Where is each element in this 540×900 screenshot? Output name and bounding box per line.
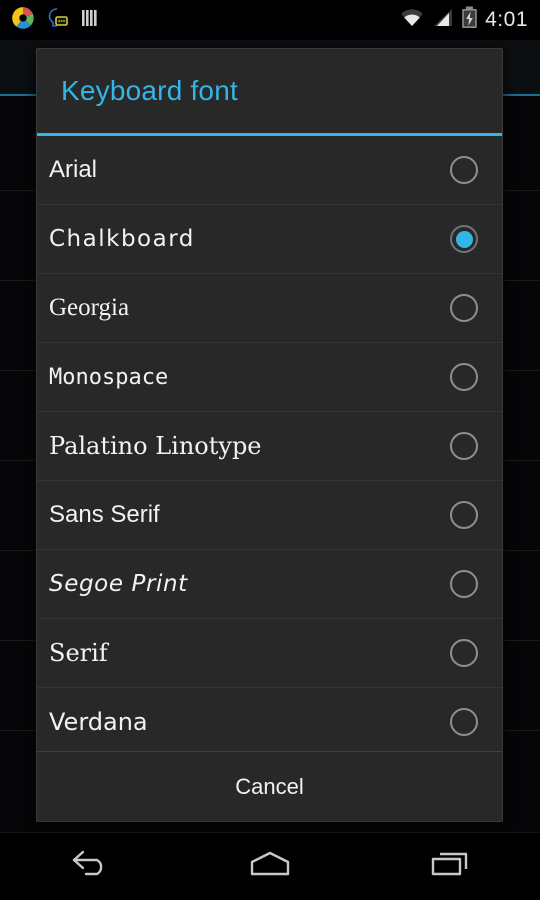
dialog-title: Keyboard font [61,75,238,106]
cancel-button[interactable]: Cancel [37,751,502,821]
radio-dot [455,230,473,248]
recents-icon [423,847,477,886]
status-bar-system-icons: 4:01 [399,6,540,34]
font-option-label: Chalkboard [49,226,195,252]
back-icon [64,847,116,886]
font-options-list[interactable]: Arial Chalkboard Georgia Monospace Palat… [37,136,502,751]
radio-button-monospace[interactable] [450,363,478,391]
font-option-segoe-print[interactable]: Segoe Print [37,550,502,619]
navigation-bar [0,832,540,900]
font-option-monospace[interactable]: Monospace [37,343,502,412]
radio-button-arial[interactable] [450,156,478,184]
status-bar: 4:01 [0,0,540,40]
barcode-icon [80,7,102,34]
font-option-palatino-linotype[interactable]: Palatino Linotype [37,412,502,481]
radio-button-verdana[interactable] [450,708,478,736]
voice-typing-icon [46,6,70,35]
font-option-label: Palatino Linotype [49,432,262,460]
font-option-label: Segoe Print [49,571,188,597]
radio-button-chalkboard[interactable] [450,225,478,253]
recents-button[interactable] [360,833,540,900]
font-option-label: Arial [49,156,98,183]
font-option-label: Georgia [49,294,130,321]
radio-button-palatino-linotype[interactable] [450,432,478,460]
back-button[interactable] [0,833,180,900]
dialog-title-bar: Keyboard font [37,49,502,133]
font-option-label: Sans Serif [49,501,160,528]
font-option-sans-serif[interactable]: Sans Serif [37,481,502,550]
app-pinwheel-icon [10,5,36,36]
status-bar-clock: 4:01 [485,8,528,31]
font-option-serif[interactable]: Serif [37,619,502,688]
radio-button-segoe-print[interactable] [450,570,478,598]
home-button[interactable] [180,833,360,900]
font-option-label: Serif [49,639,108,667]
font-option-georgia[interactable]: Georgia [37,274,502,343]
home-icon [242,847,298,886]
phone-screen: 4:01 Keyboard font Arial Chalkboard Geor… [0,0,540,900]
font-option-arial[interactable]: Arial [37,136,502,205]
wifi-icon [399,7,425,34]
cellular-signal-icon [432,7,454,34]
radio-button-georgia[interactable] [450,294,478,322]
font-option-label: Verdana [49,708,148,736]
cancel-button-label: Cancel [235,773,304,799]
font-option-verdana[interactable]: Verdana [37,688,502,751]
font-option-chalkboard[interactable]: Chalkboard [37,205,502,274]
keyboard-font-dialog: Keyboard font Arial Chalkboard Georgia M… [36,48,503,822]
radio-button-sans-serif[interactable] [450,501,478,529]
radio-button-serif[interactable] [450,639,478,667]
status-bar-notification-icons [0,5,102,36]
font-option-label: Monospace [49,364,169,390]
battery-charging-icon [461,6,478,34]
